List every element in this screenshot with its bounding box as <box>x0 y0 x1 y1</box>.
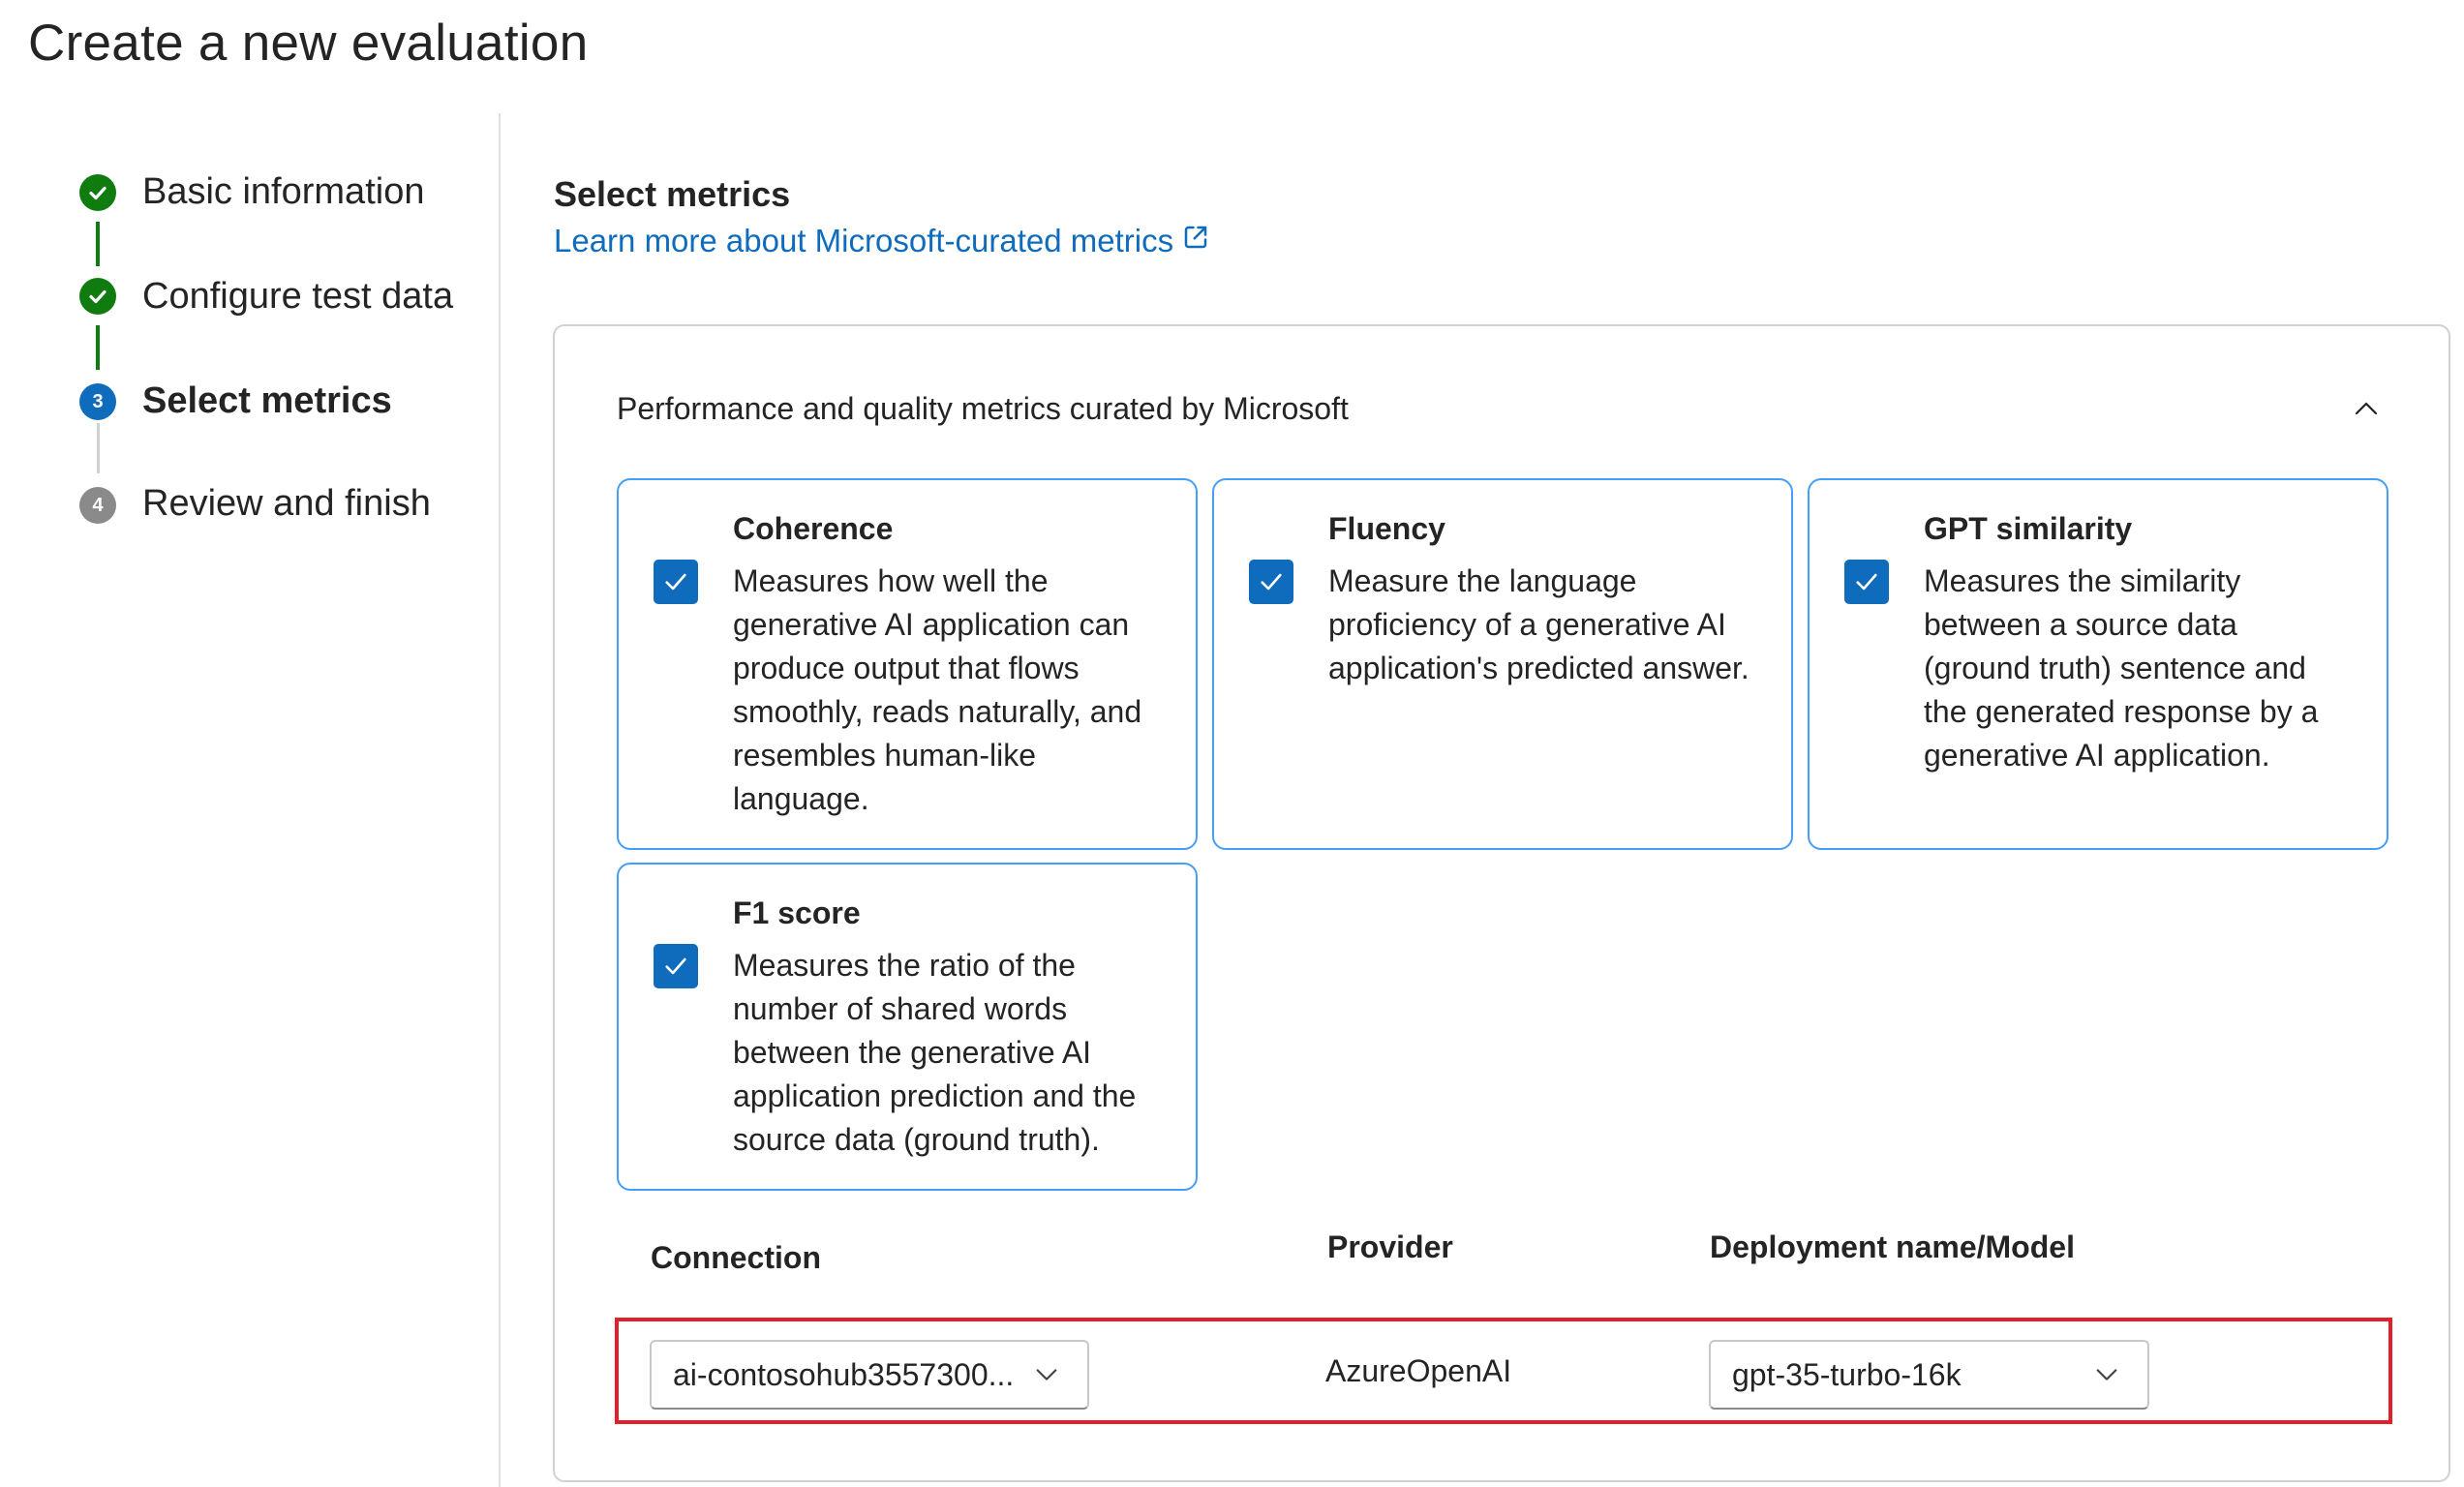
metric-checkbox[interactable] <box>654 944 698 988</box>
checkmark-icon <box>1261 573 1282 591</box>
metric-title: GPT similarity <box>1924 511 2133 546</box>
metric-description: Measures the similarity between a source… <box>1924 563 2319 773</box>
checkmark-icon <box>1856 573 1877 591</box>
connection-value: ai-contosohub3557300... <box>673 1356 1015 1392</box>
learn-more-link[interactable]: Learn more about Microsoft-curated metri… <box>554 223 1210 259</box>
vertical-divider <box>499 113 501 1487</box>
metric-title: Fluency <box>1328 511 1445 546</box>
step-complete-icon <box>79 278 116 315</box>
section-title: Select metrics <box>554 174 791 214</box>
chevron-down-icon <box>2087 1355 2126 1394</box>
chevron-down-icon <box>1027 1355 1066 1394</box>
connection-label: Connection <box>651 1240 821 1275</box>
metric-description: Measure the language proficiency of a ge… <box>1328 563 1749 685</box>
step-select-metrics[interactable]: Select metrics <box>142 380 392 422</box>
checkmark-icon <box>665 573 686 591</box>
chevron-up-icon <box>2355 402 2378 415</box>
provider-label: Provider <box>1327 1229 1453 1264</box>
metric-checkbox[interactable] <box>1844 560 1889 604</box>
connection-dropdown[interactable]: ai-contosohub3557300... <box>650 1340 1089 1410</box>
step-review-and-finish[interactable]: Review and finish <box>142 483 431 525</box>
deployment-value: gpt-35-turbo-16k <box>1732 1356 1962 1392</box>
step-number-icon: 4 <box>79 487 116 524</box>
page-title: Create a new evaluation <box>28 15 589 72</box>
metric-title: Coherence <box>733 511 894 546</box>
step-complete-icon <box>79 174 116 211</box>
metric-checkbox[interactable] <box>654 560 698 604</box>
metric-description: Measures how well the generative AI appl… <box>733 563 1142 816</box>
metric-description: Measures the ratio of the number of shar… <box>733 948 1137 1157</box>
step-connector <box>97 423 100 473</box>
metric-title: F1 score <box>733 895 861 930</box>
metric-card-f1-score[interactable]: F1 score Measures the ratio of the numbe… <box>617 863 1198 1191</box>
checkmark-icon <box>665 957 686 975</box>
step-basic-information[interactable]: Basic information <box>142 171 424 213</box>
step-connector <box>96 325 100 370</box>
provider-value: AzureOpenAI <box>1325 1353 1512 1388</box>
collapse-button[interactable] <box>2347 389 2386 428</box>
metric-checkbox[interactable] <box>1249 560 1293 604</box>
step-number-icon: 3 <box>79 383 116 420</box>
deployment-label: Deployment name/Model <box>1710 1229 2075 1264</box>
metrics-panel-title: Performance and quality metrics curated … <box>617 391 1349 426</box>
deployment-dropdown[interactable]: gpt-35-turbo-16k <box>1709 1340 2149 1410</box>
metric-card-gpt-similarity[interactable]: GPT similarity Measures the similarity b… <box>1808 478 2388 850</box>
learn-more-link-text: Learn more about Microsoft-curated metri… <box>554 223 1174 258</box>
metric-card-coherence[interactable]: Coherence Measures how well the generati… <box>617 478 1198 850</box>
external-link-icon <box>1181 223 1210 259</box>
step-configure-test-data[interactable]: Configure test data <box>142 276 453 318</box>
step-connector <box>96 222 100 266</box>
metric-card-fluency[interactable]: Fluency Measure the language proficiency… <box>1212 478 1793 850</box>
